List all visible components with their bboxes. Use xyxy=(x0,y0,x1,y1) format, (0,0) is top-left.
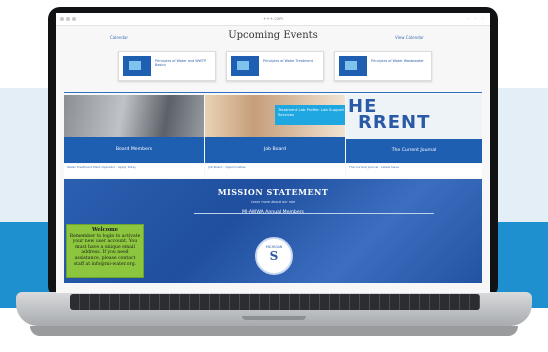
laptop-screen: +++.com ◦ ◦ ◦ Calendar Upcoming Events V… xyxy=(56,13,490,293)
calendar-link[interactable]: Calendar xyxy=(110,35,128,40)
browser-tools-icon[interactable]: ◦ ◦ ◦ xyxy=(456,16,486,22)
board-members-tile[interactable]: Board Members xyxy=(64,95,204,163)
welcome-notice: Welcome Remember to login to activate yo… xyxy=(66,224,144,278)
tile-label: The Current Journal xyxy=(346,139,482,163)
members-link[interactable]: MI-AWWA Annual Members xyxy=(64,210,482,215)
event-card[interactable]: Principles of Water Treatment xyxy=(226,51,324,81)
event-title: Principles of Water and WWTP Basics xyxy=(155,59,207,68)
job-board-tile[interactable]: Treatment Lab Profile: Lab Support Servi… xyxy=(205,95,345,163)
window-minimize-icon[interactable] xyxy=(66,17,70,21)
view-calendar-link[interactable]: View Calendar xyxy=(395,35,424,40)
window-zoom-icon[interactable] xyxy=(72,17,76,21)
laptop-keyboard xyxy=(70,294,480,310)
event-card[interactable]: Principles of Water Wastewater xyxy=(334,51,432,81)
tile-label: Board Members xyxy=(64,137,204,163)
event-card[interactable]: Principles of Water and WWTP Basics xyxy=(118,51,216,81)
organization-seal: MICHIGAN S xyxy=(255,237,293,275)
event-thumbnail xyxy=(123,56,151,76)
mission-title: MISSION STATEMENT xyxy=(217,187,329,197)
info-strip[interactable]: Water Treatment Plant Operator · Apply T… xyxy=(64,164,204,178)
page-title: Upcoming Events xyxy=(228,30,318,41)
window-close-icon[interactable] xyxy=(60,17,64,21)
mission-subtitle: Learn more about our role xyxy=(250,200,296,204)
welcome-body: Remember to login to activate your new u… xyxy=(69,233,141,267)
laptop-base-shadow xyxy=(30,326,518,336)
tile-label: Job Board xyxy=(205,137,345,163)
the-current-logo: HE RRENT xyxy=(348,96,431,133)
browser-toolbar: +++.com ◦ ◦ ◦ xyxy=(56,13,490,26)
event-title: Principles of Water Wastewater xyxy=(371,59,424,63)
event-thumbnail xyxy=(339,56,367,76)
section-divider xyxy=(64,92,482,93)
info-strip[interactable]: The Current Journal · Latest Issue xyxy=(346,164,482,178)
tile-overlay-caption: Treatment Lab Profile: Lab Support Servi… xyxy=(275,105,345,125)
event-thumbnail xyxy=(231,56,259,76)
event-title: Principles of Water Treatment xyxy=(263,59,313,63)
address-bar[interactable]: +++.com xyxy=(256,16,290,21)
info-strip[interactable]: Job Board · Opportunities xyxy=(205,164,345,178)
laptop-notch xyxy=(242,316,306,320)
